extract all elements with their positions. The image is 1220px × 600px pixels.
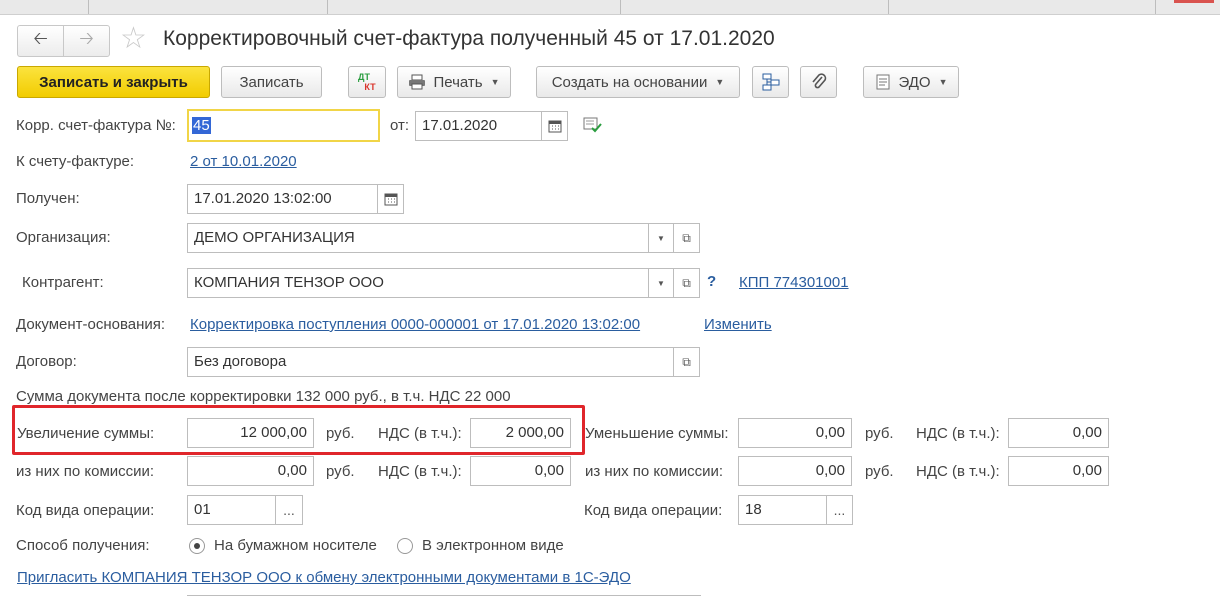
vat-label: НДС (в т.ч.): — [916, 463, 1000, 480]
chevron-down-icon: ▼ — [657, 233, 665, 243]
nav-buttons: 🡠 🡢 — [17, 25, 110, 57]
dt-kt-button[interactable]: ДТ КТ — [348, 66, 386, 98]
from-date-field[interactable]: 17.01.2020 — [415, 111, 542, 141]
checklist-icon[interactable] — [583, 116, 603, 138]
invite-edo-link[interactable]: Пригласить КОМПАНИЯ ТЕНЗОР ООО к обмену … — [17, 569, 631, 586]
create-based-on-button[interactable]: Создать на основании ▼ — [536, 66, 740, 98]
to-invoice-link[interactable]: 2 от 10.01.2020 — [190, 153, 297, 170]
edo-icon — [876, 74, 890, 90]
kpp-link[interactable]: КПП 774301001 — [739, 274, 849, 291]
paperclip-icon — [811, 73, 826, 89]
decrease-commission-vat-field[interactable]: 0,00 — [1008, 456, 1109, 486]
print-button[interactable]: Печать ▼ — [397, 66, 511, 98]
open-window-icon: ⧉ — [682, 354, 691, 369]
counterparty-label: Контрагент: — [22, 274, 104, 291]
receive-paper-radio[interactable] — [189, 538, 205, 554]
arrow-right-icon: 🡢 — [79, 28, 94, 48]
receive-method-label: Способ получения: — [16, 537, 150, 554]
tab-divider — [327, 0, 328, 14]
organization-field[interactable]: ДЕМО ОРГАНИЗАЦИЯ — [187, 223, 649, 253]
increase-commission-vat-field[interactable]: 0,00 — [470, 456, 571, 486]
vat-label: НДС (в т.ч.): — [378, 463, 462, 480]
help-icon[interactable]: ? — [707, 273, 716, 290]
tab-divider — [888, 0, 889, 14]
highlight-box — [12, 405, 585, 455]
calendar-button[interactable] — [377, 184, 404, 214]
receive-electronic-radio[interactable] — [397, 538, 413, 554]
to-invoice-label: К счету-фактуре: — [16, 153, 135, 170]
op-code-label: Код вида операции: — [584, 502, 723, 519]
organization-open-button[interactable]: ⧉ — [673, 223, 700, 253]
counterparty-dropdown-button[interactable]: ▼ — [648, 268, 674, 298]
contract-open-button[interactable]: ⧉ — [673, 347, 700, 377]
op-code-right-field[interactable]: 18 — [738, 495, 827, 525]
dt-label: ДТ — [358, 72, 370, 82]
receive-electronic-label[interactable]: В электронном виде — [422, 537, 564, 554]
commission-label: из них по комиссии: — [585, 463, 724, 480]
counterparty-open-button[interactable]: ⧉ — [673, 268, 700, 298]
calendar-icon — [548, 120, 561, 133]
decrease-commission-field[interactable]: 0,00 — [738, 456, 852, 486]
received-datetime-field[interactable]: 17.01.2020 13:02:00 — [187, 184, 378, 214]
attach-button[interactable] — [800, 66, 837, 98]
sum-after-correction-text: Сумма документа после корректировки 132 … — [16, 388, 511, 405]
contract-field[interactable]: Без договора — [187, 347, 674, 377]
commission-label: из них по комиссии: — [16, 463, 155, 480]
op-code-left-field[interactable]: 01 — [187, 495, 276, 525]
contract-label: Договор: — [16, 353, 77, 370]
op-code-left-select-button[interactable]: ... — [275, 495, 303, 525]
increase-commission-field[interactable]: 0,00 — [187, 456, 314, 486]
edo-label: ЭДО — [898, 73, 931, 91]
save-button[interactable]: Записать — [221, 66, 322, 98]
tab-divider — [620, 0, 621, 14]
receive-paper-label[interactable]: На бумажном носителе — [214, 537, 377, 554]
window-tabs-strip — [0, 0, 1220, 15]
tab-close-mark — [1174, 0, 1214, 3]
arrow-left-icon: 🡠 — [33, 28, 48, 48]
back-button[interactable]: 🡠 — [18, 26, 63, 56]
calendar-button[interactable] — [541, 111, 568, 141]
vat-label: НДС (в т.ч.): — [916, 425, 1000, 442]
op-code-label: Код вида операции: — [16, 502, 155, 519]
rub-label: руб. — [865, 463, 894, 480]
page-title: Корректировочный счет-фактура полученный… — [163, 27, 775, 50]
open-window-icon: ⧉ — [682, 230, 691, 245]
change-link[interactable]: Изменить — [704, 316, 772, 333]
structure-button[interactable] — [752, 66, 789, 98]
corr-invoice-number-value: 45 — [192, 117, 211, 134]
decrease-sum-label: Уменьшение суммы: — [585, 425, 729, 442]
hierarchy-icon — [762, 73, 779, 91]
rub-label: руб. — [865, 425, 894, 442]
save-and-close-button[interactable]: Записать и закрыть — [17, 66, 210, 98]
print-label: Печать — [433, 73, 483, 91]
kt-label: КТ — [364, 82, 376, 92]
base-document-label: Документ-основания: — [16, 316, 166, 333]
received-label: Получен: — [16, 190, 80, 207]
rub-label: руб. — [326, 463, 355, 480]
star-icon[interactable]: ☆ — [120, 24, 147, 54]
printer-icon — [409, 74, 426, 90]
create-based-on-label: Создать на основании — [551, 73, 708, 91]
chevron-down-icon: ▼ — [715, 77, 725, 87]
next-field-edge — [187, 595, 701, 600]
edo-button[interactable]: ЭДО ▼ — [863, 66, 959, 98]
chevron-down-icon: ▼ — [938, 77, 948, 87]
base-document-link[interactable]: Корректировка поступления 0000-000001 от… — [190, 316, 640, 333]
chevron-down-icon: ▼ — [490, 77, 500, 87]
corr-invoice-number-field[interactable]: 45 — [187, 109, 380, 142]
tab-divider — [88, 0, 89, 14]
tab-divider — [1155, 0, 1156, 14]
organization-dropdown-button[interactable]: ▼ — [648, 223, 674, 253]
open-window-icon: ⧉ — [682, 275, 691, 290]
chevron-down-icon: ▼ — [657, 278, 665, 288]
forward-button[interactable]: 🡢 — [63, 26, 109, 56]
from-label: от: — [390, 117, 410, 134]
corr-invoice-label: Корр. счет-фактура №: — [16, 117, 176, 134]
organization-label: Организация: — [16, 229, 111, 246]
decrease-vat-field[interactable]: 0,00 — [1008, 418, 1109, 448]
calendar-icon — [384, 193, 397, 206]
decrease-sum-field[interactable]: 0,00 — [738, 418, 852, 448]
op-code-right-select-button[interactable]: ... — [826, 495, 853, 525]
counterparty-field[interactable]: КОМПАНИЯ ТЕНЗОР ООО — [187, 268, 649, 298]
